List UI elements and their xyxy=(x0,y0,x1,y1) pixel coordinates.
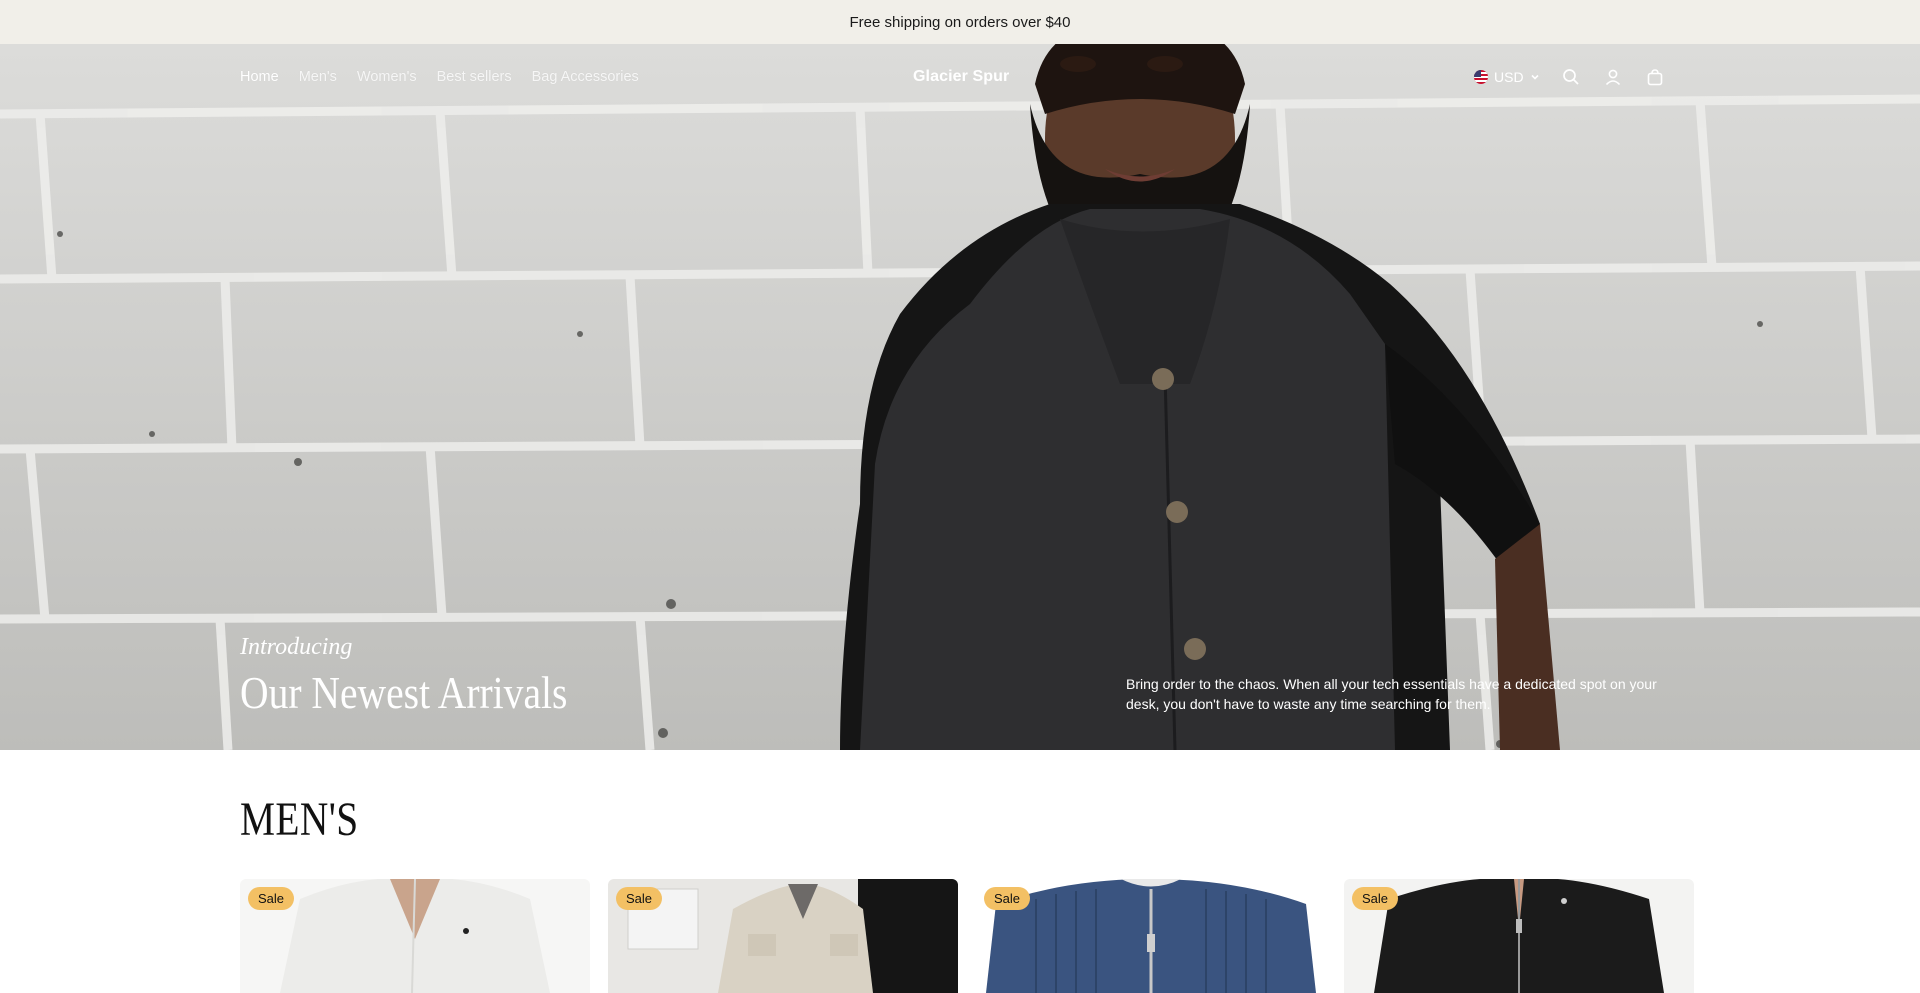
header-actions: USD xyxy=(1474,66,1666,88)
sale-badge: Sale xyxy=(984,887,1031,910)
product-grid: Sale Sale Sale Sale xyxy=(240,879,1694,993)
product-card[interactable]: Sale xyxy=(1344,879,1694,993)
hero-eyebrow: Introducing xyxy=(240,634,353,660)
product-card[interactable]: Sale xyxy=(976,879,1326,993)
announcement-text: Free shipping on orders over $40 xyxy=(849,13,1071,31)
nav-item-home[interactable]: Home xyxy=(240,69,279,85)
currency-label: USD xyxy=(1494,69,1524,85)
hero-description: Bring order to the chaos. When all your … xyxy=(1126,676,1657,712)
sale-badge: Sale xyxy=(616,887,663,910)
nav-item-best-sellers[interactable]: Best sellers xyxy=(437,69,512,85)
sale-badge: Sale xyxy=(248,887,295,910)
site-logo[interactable]: Glacier Spur xyxy=(913,68,1009,86)
cart-icon[interactable] xyxy=(1644,66,1666,88)
search-icon[interactable] xyxy=(1560,66,1582,88)
sale-badge: Sale xyxy=(1352,887,1399,910)
account-icon[interactable] xyxy=(1602,66,1624,88)
nav-item-mens[interactable]: Men's xyxy=(299,69,337,85)
nav-item-bag-accessories[interactable]: Bag Accessories xyxy=(532,69,639,85)
currency-selector[interactable]: USD xyxy=(1474,69,1540,85)
us-flag-icon xyxy=(1474,70,1488,84)
nav-item-womens[interactable]: Women's xyxy=(357,69,417,85)
site-header: Home Men's Women's Best sellers Bag Acce… xyxy=(0,44,1920,112)
product-card[interactable]: Sale xyxy=(608,879,958,993)
product-card[interactable]: Sale xyxy=(240,879,590,993)
main-nav: Home Men's Women's Best sellers Bag Acce… xyxy=(240,69,639,85)
section-title: MEN'S xyxy=(240,793,359,846)
chevron-down-icon xyxy=(1530,69,1540,85)
hero-title: Our Newest Arrivals xyxy=(240,667,568,718)
announcement-bar: Free shipping on orders over $40 xyxy=(0,0,1920,44)
